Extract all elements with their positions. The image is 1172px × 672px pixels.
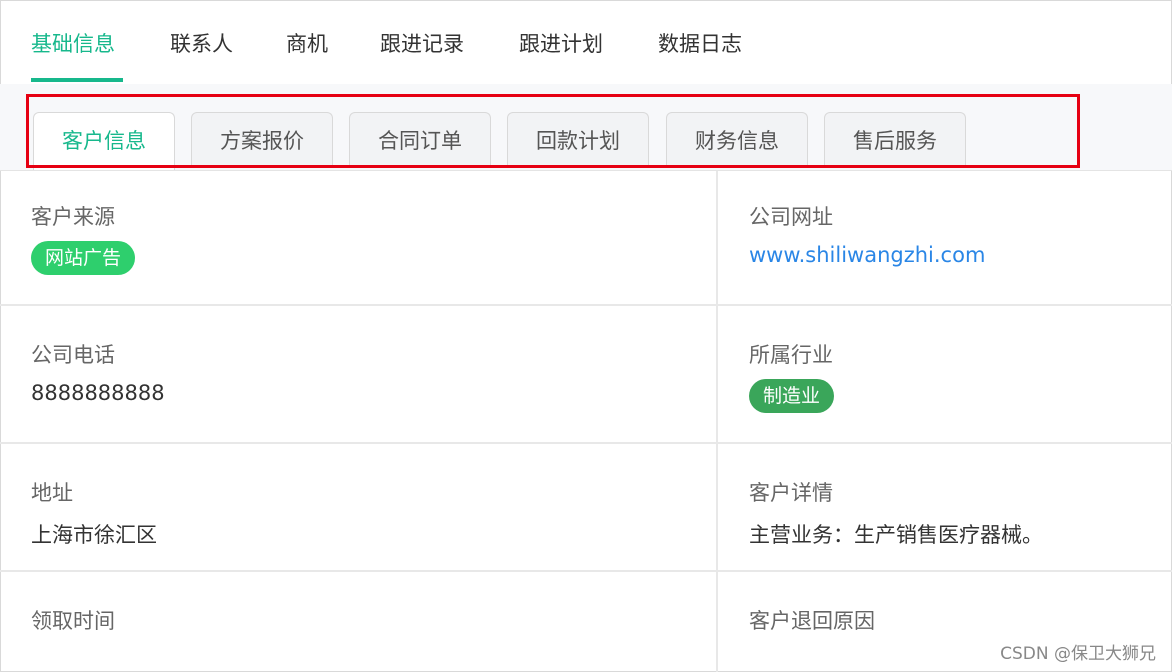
customer-details-value: 主营业务：生产销售医疗器械。 xyxy=(749,523,1043,547)
tab-follow-up-records[interactable]: 跟进记录 xyxy=(380,28,464,58)
subtab-proposal-quote[interactable]: 方案报价 xyxy=(191,112,333,168)
customer-info-grid: 客户来源 网站广告 公司网址 www.shiliwangzhi.com 公司电话… xyxy=(0,171,1172,672)
tab-opportunities[interactable]: 商机 xyxy=(286,28,328,58)
tab-contacts[interactable]: 联系人 xyxy=(170,28,233,58)
sub-tab-bar: 客户信息 方案报价 合同订单 回款计划 财务信息 售后服务 xyxy=(0,84,1172,171)
field-label: 客户来源 xyxy=(31,205,115,229)
subtab-payment-plan[interactable]: 回款计划 xyxy=(507,112,649,168)
field-customer-source: 客户来源 网站广告 xyxy=(0,201,716,275)
customer-source-tag: 网站广告 xyxy=(31,241,136,275)
address-value: 上海市徐汇区 xyxy=(31,523,157,547)
subtab-after-sales[interactable]: 售后服务 xyxy=(824,112,966,168)
company-phone-value: 8888888888 xyxy=(31,381,165,405)
field-company-phone: 公司电话 8888888888 xyxy=(0,339,716,405)
field-claim-time: 领取时间 xyxy=(0,605,716,635)
tab-data-log[interactable]: 数据日志 xyxy=(658,28,742,58)
field-label: 公司电话 xyxy=(31,343,115,367)
top-tab-bar: 基础信息 联系人 商机 跟进记录 跟进计划 数据日志 xyxy=(0,0,1172,85)
field-customer-details: 客户详情 主营业务：生产销售医疗器械。 xyxy=(716,477,1172,549)
field-return-reason: 客户退回原因 xyxy=(716,605,1172,635)
tab-basic-info[interactable]: 基础信息 xyxy=(31,28,115,58)
industry-tag: 制造业 xyxy=(749,379,835,413)
field-label: 所属行业 xyxy=(749,343,833,367)
field-label: 客户退回原因 xyxy=(749,609,875,633)
row-divider xyxy=(0,304,1172,306)
field-label: 地址 xyxy=(31,481,73,505)
row-divider xyxy=(0,442,1172,444)
csdn-watermark: CSDN @保卫大狮兄 xyxy=(1000,644,1156,664)
field-label: 公司网址 xyxy=(749,205,833,229)
subtab-finance-info[interactable]: 财务信息 xyxy=(666,112,808,168)
field-address: 地址 上海市徐汇区 xyxy=(0,477,716,549)
subtab-contract-orders[interactable]: 合同订单 xyxy=(349,112,491,168)
field-industry: 所属行业 制造业 xyxy=(716,339,1172,413)
subtab-customer-info[interactable]: 客户信息 xyxy=(33,112,175,170)
company-website-link[interactable]: www.shiliwangzhi.com xyxy=(749,243,1172,267)
active-tab-indicator xyxy=(31,78,123,82)
field-label: 客户详情 xyxy=(749,481,833,505)
field-label: 领取时间 xyxy=(31,609,115,633)
tab-follow-up-plans[interactable]: 跟进计划 xyxy=(519,28,603,58)
row-divider xyxy=(0,570,1172,572)
field-company-website: 公司网址 www.shiliwangzhi.com xyxy=(716,201,1172,267)
